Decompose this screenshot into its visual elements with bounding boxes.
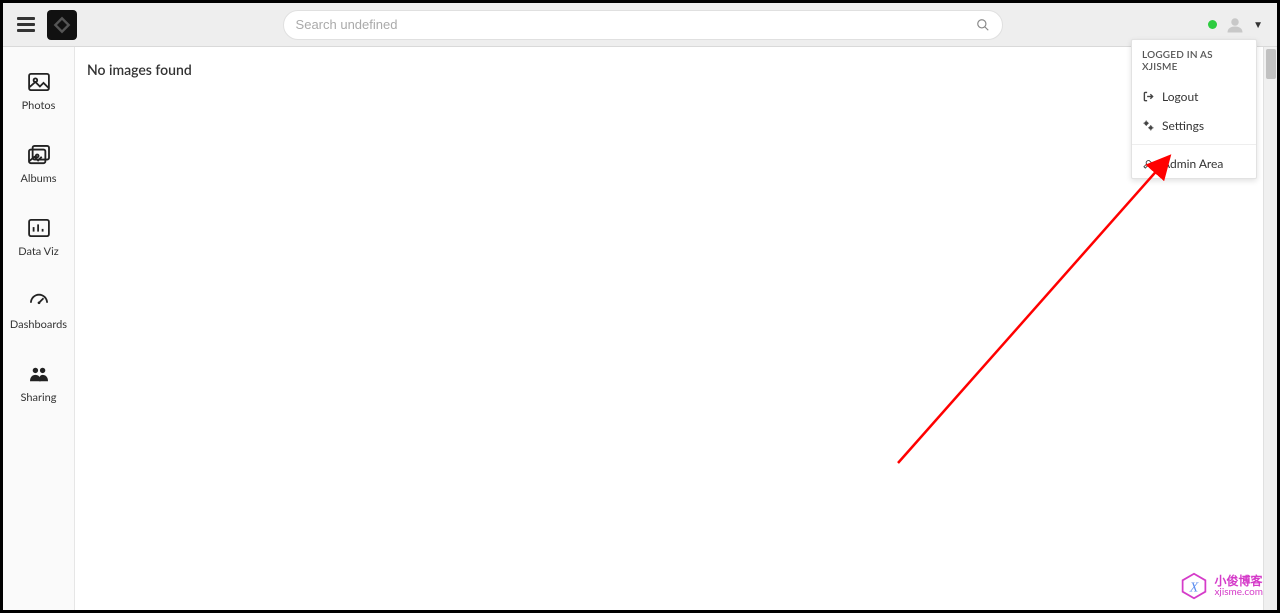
photos-icon (27, 71, 51, 93)
sidebar-item-dataviz[interactable]: Data Viz (3, 217, 74, 258)
dashboards-icon (27, 290, 51, 312)
dropdown-separator (1132, 144, 1256, 145)
status-indicator-icon (1208, 20, 1217, 29)
svg-text:X: X (1189, 580, 1199, 595)
settings-item[interactable]: Settings (1132, 111, 1256, 140)
settings-label: Settings (1162, 118, 1204, 133)
main-content: No images found (75, 47, 1277, 610)
watermark-logo-icon: X (1180, 572, 1208, 600)
search-box[interactable] (283, 10, 1003, 40)
sidebar-label: Dashboards (10, 318, 67, 331)
scrollbar-thumb[interactable] (1266, 49, 1276, 79)
menu-hamburger-icon[interactable] (15, 14, 37, 36)
logout-item[interactable]: Logout (1132, 82, 1256, 111)
admin-area-item[interactable]: Admin Area (1132, 149, 1256, 178)
caret-down-icon[interactable]: ▼ (1253, 19, 1263, 31)
sidebar-label: Sharing (21, 391, 57, 404)
empty-message: No images found (87, 61, 1265, 78)
sidebar-item-sharing[interactable]: Sharing (3, 363, 74, 404)
admin-label: Admin Area (1162, 156, 1223, 171)
search-icon[interactable] (976, 18, 990, 32)
sidebar-label: Photos (22, 99, 56, 112)
logout-icon (1142, 91, 1154, 103)
dataviz-icon (27, 217, 51, 239)
header: ▼ (3, 3, 1277, 47)
sidebar-label: Albums (20, 172, 56, 185)
avatar-icon[interactable] (1225, 15, 1245, 35)
logout-label: Logout (1162, 89, 1198, 104)
sidebar-item-albums[interactable]: Albums (3, 144, 74, 185)
albums-icon (27, 144, 51, 166)
sidebar-label: Data Viz (18, 245, 59, 258)
sharing-icon (27, 363, 51, 385)
dropdown-header: LOGGED IN AS XJISME (1132, 40, 1256, 82)
settings-icon (1142, 120, 1154, 132)
sidebar: Photos Albums Data Viz Dashboards Sharin… (3, 47, 75, 610)
watermark: X 小俊博客 xjisme.com (1180, 572, 1263, 600)
app-logo[interactable] (47, 10, 77, 40)
user-dropdown: LOGGED IN AS XJISME Logout Settings Admi… (1131, 39, 1257, 179)
scrollbar[interactable] (1263, 47, 1277, 610)
sidebar-item-dashboards[interactable]: Dashboards (3, 290, 74, 331)
watermark-url: xjisme.com (1214, 587, 1263, 598)
search-input[interactable] (296, 17, 976, 32)
sidebar-item-photos[interactable]: Photos (3, 71, 74, 112)
wrench-icon (1142, 158, 1154, 170)
